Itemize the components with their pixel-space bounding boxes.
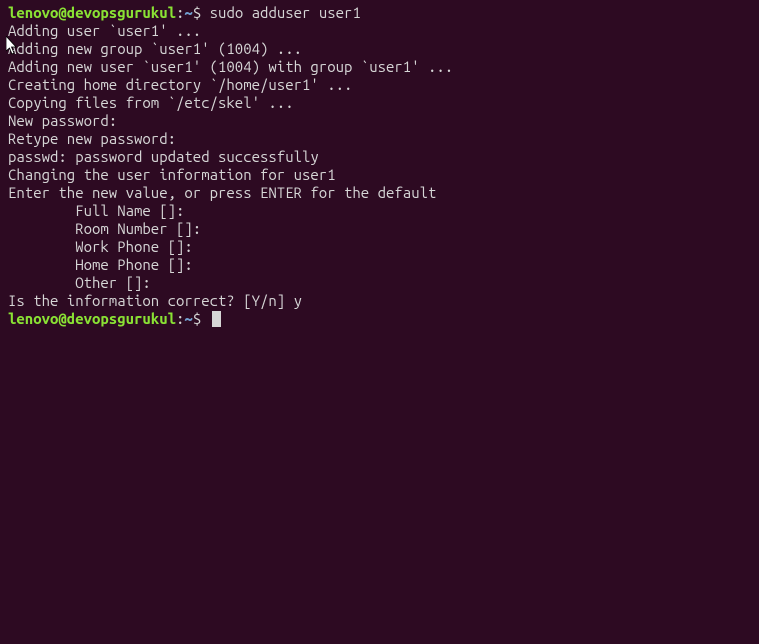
- prompt-path: ~: [184, 310, 192, 327]
- terminal-line-prompt2[interactable]: lenovo@devopsgurukul:~$: [8, 310, 751, 328]
- command-text: sudo adduser user1: [210, 4, 361, 21]
- terminal-output-line: Home Phone []:: [8, 256, 751, 274]
- prompt-userhost: lenovo@devopsgurukul: [8, 310, 176, 327]
- terminal-output-line: Retype new password:: [8, 130, 751, 148]
- terminal-output-line: Work Phone []:: [8, 238, 751, 256]
- terminal-output-line: Adding user `user1' ...: [8, 22, 751, 40]
- terminal-output-line: Is the information correct? [Y/n] y: [8, 292, 751, 310]
- terminal-output-line: Other []:: [8, 274, 751, 292]
- terminal-output-line: Adding new group `user1' (1004) ...: [8, 40, 751, 58]
- terminal-output-line: Copying files from `/etc/skel' ...: [8, 94, 751, 112]
- terminal-output-line: passwd: password updated successfully: [8, 148, 751, 166]
- terminal-output-line: New password:: [8, 112, 751, 130]
- prompt-path: ~: [184, 4, 192, 21]
- prompt-userhost: lenovo@devopsgurukul: [8, 4, 176, 21]
- terminal-output-line: Creating home directory `/home/user1' ..…: [8, 76, 751, 94]
- prompt-symbol: $: [193, 4, 210, 21]
- terminal-output-line: Adding new user `user1' (1004) with grou…: [8, 58, 751, 76]
- terminal-cursor: [212, 311, 221, 327]
- terminal-line-prompt1: lenovo@devopsgurukul:~$ sudo adduser use…: [8, 4, 751, 22]
- prompt-symbol: $: [193, 310, 210, 327]
- terminal-output-line: Room Number []:: [8, 220, 751, 238]
- terminal-output-line: Full Name []:: [8, 202, 751, 220]
- terminal-output-line: Changing the user information for user1: [8, 166, 751, 184]
- terminal-output-line: Enter the new value, or press ENTER for …: [8, 184, 751, 202]
